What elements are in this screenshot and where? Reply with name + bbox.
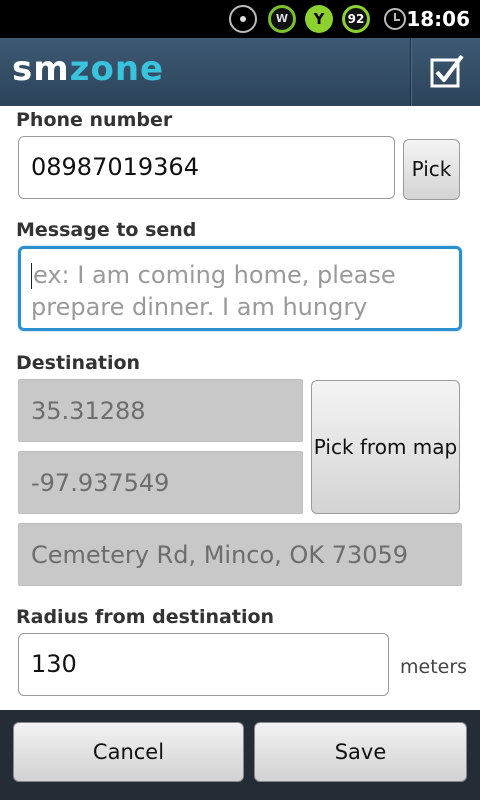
y-notification-icon: Y: [305, 5, 333, 33]
w-notification-icon: W: [268, 5, 296, 33]
bottom-action-bar: Cancel Save: [0, 710, 480, 800]
status-bar: W Y 92 18:06: [0, 0, 480, 38]
destination-label: Destination: [16, 352, 141, 374]
confirm-check-button[interactable]: [413, 38, 480, 106]
title-divider: [410, 38, 412, 106]
pick-from-map-button[interactable]: Pick from map: [311, 380, 460, 514]
radius-label: Radius from destination: [16, 606, 275, 628]
status-time: 18:06: [406, 7, 470, 31]
message-label: Message to send: [16, 219, 197, 241]
latitude-field: 35.31288: [18, 379, 303, 442]
save-button[interactable]: Save: [254, 722, 467, 782]
logo-sm-text: sm: [12, 49, 70, 89]
battery-level-icon: 92: [342, 5, 370, 33]
app-title-bar: smzone: [0, 38, 480, 106]
checkbox-check-icon: [430, 54, 464, 88]
app-logo: smzone: [12, 49, 164, 89]
radius-unit-label: meters: [400, 656, 468, 678]
message-input[interactable]: ex: I am coming home, please prepare din…: [18, 246, 462, 331]
text-cursor: [31, 263, 32, 289]
wireless-signal-icon: [229, 5, 257, 33]
radius-input[interactable]: 130: [18, 633, 389, 696]
longitude-field: -97.937549: [18, 451, 303, 514]
pick-contact-button[interactable]: Pick: [403, 139, 460, 200]
address-field: Cemetery Rd, Minco, OK 73059: [18, 523, 462, 586]
logo-zone-text: zone: [69, 49, 165, 89]
phone-number-label: Phone number: [16, 109, 173, 131]
cancel-button[interactable]: Cancel: [13, 722, 244, 782]
message-placeholder: ex: I am coming home, please prepare din…: [31, 261, 396, 321]
alarm-clock-icon: [384, 8, 406, 30]
phone-number-input[interactable]: 08987019364: [18, 136, 395, 199]
